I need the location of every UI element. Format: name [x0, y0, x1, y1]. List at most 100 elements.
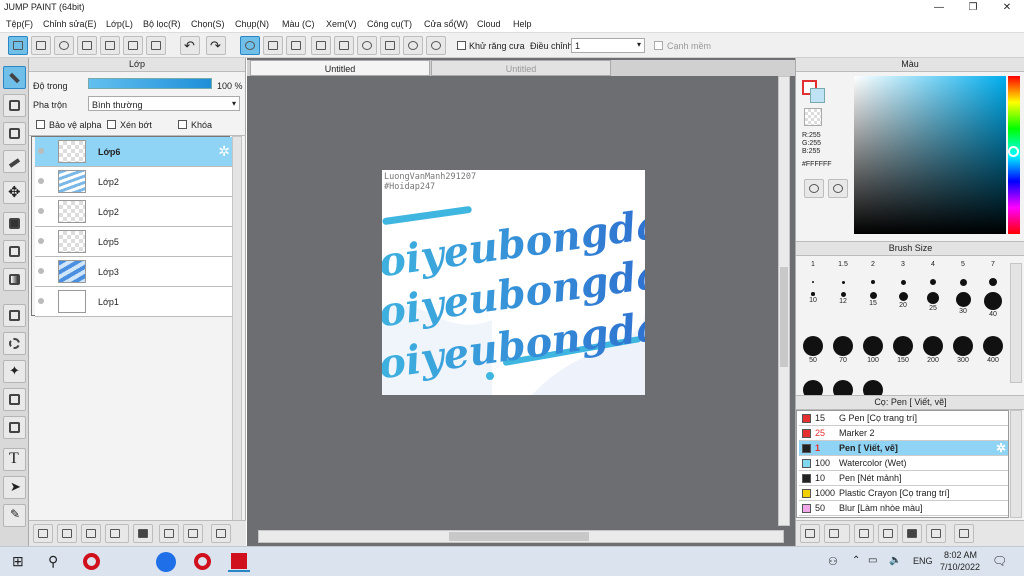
menu-capture[interactable]: Chụp(N) — [235, 19, 269, 29]
pen-scrollbar[interactable] — [1010, 410, 1022, 518]
brush-size-option[interactable]: 12 — [828, 292, 858, 305]
visibility-icon[interactable] — [38, 298, 44, 304]
toolbar-check-icon[interactable] — [8, 36, 28, 55]
transparent-swatch[interactable] — [804, 108, 822, 126]
close-button[interactable]: ✕ — [990, 0, 1024, 16]
pen-list-item[interactable]: 1 Pen [ Viết, vẽ] ✲ — [799, 441, 1008, 456]
layer-row[interactable]: Lớp2 — [35, 167, 232, 197]
eyedropper-icon[interactable]: ✎ — [3, 504, 26, 527]
eraser-tool-icon[interactable] — [3, 94, 26, 117]
add-layer-menu-icon[interactable] — [105, 524, 129, 543]
duplicate-layer-icon[interactable] — [159, 524, 179, 543]
maximize-button[interactable]: ❐ — [956, 0, 990, 16]
select-rect-icon[interactable] — [3, 304, 26, 327]
menu-help[interactable]: Help — [513, 19, 532, 29]
menu-layer[interactable]: Lớp(L) — [106, 19, 133, 29]
minimize-button[interactable]: — — [922, 0, 956, 16]
windows-start-icon[interactable]: ⊞ — [8, 552, 30, 572]
brush-size-option[interactable]: 5 — [948, 260, 978, 286]
brush-size-option[interactable]: 15 — [858, 292, 888, 307]
hue-slider[interactable] — [1008, 76, 1020, 234]
menu-cloud[interactable]: Cloud — [477, 19, 501, 29]
visibility-icon[interactable] — [38, 268, 44, 274]
trash-icon[interactable] — [211, 524, 231, 543]
visibility-icon[interactable] — [38, 208, 44, 214]
gear-icon[interactable]: ✲ — [996, 441, 1006, 456]
pen-list-item[interactable]: 50 Blur [Làm nhòe màu] — [799, 501, 1008, 516]
new-layer-8bit-icon[interactable] — [57, 524, 77, 543]
chevron-up-icon[interactable]: ⌃ — [852, 555, 860, 566]
language-indicator[interactable]: ENG — [913, 556, 933, 566]
layer-row[interactable]: Lớp2 — [35, 197, 232, 227]
brush-size-option[interactable]: 4 — [918, 260, 948, 285]
toolbar-grid-icon[interactable] — [146, 36, 166, 55]
tab-untitled[interactable]: Untitled — [431, 60, 611, 76]
tab-untitled-active[interactable]: Untitled — [250, 60, 430, 76]
network-icon[interactable]: ▭ — [868, 555, 877, 566]
adjust-select[interactable]: 1 ▾ — [571, 38, 645, 53]
brush-menu-icon[interactable] — [824, 524, 850, 543]
folder-icon[interactable] — [133, 524, 153, 543]
brush-size-option[interactable]: 200 — [918, 336, 948, 364]
pen-tool-icon[interactable] — [3, 66, 26, 89]
brush-size-option[interactable]: 40 — [978, 292, 1008, 318]
visibility-icon[interactable] — [38, 238, 44, 244]
clip-checkbox[interactable] — [107, 120, 116, 129]
snap-circle-icon[interactable] — [357, 36, 377, 55]
toolbar-balloon-icon[interactable] — [54, 36, 74, 55]
snap-perspective-icon[interactable] — [311, 36, 331, 55]
blend-select[interactable]: Bình thường ▾ — [88, 96, 240, 111]
redo-button[interactable]: ↷ — [206, 36, 226, 55]
zalo-icon[interactable] — [155, 552, 177, 572]
select-pen-icon[interactable] — [3, 388, 26, 411]
notification-icon[interactable]: 🗨 — [992, 554, 1007, 568]
brush-size-option[interactable]: 50 — [798, 336, 828, 364]
add-brush-icon[interactable] — [800, 524, 820, 543]
move-tool-icon[interactable]: ✥ — [3, 181, 26, 204]
text-tool-icon[interactable]: T — [3, 448, 26, 471]
toolbar-page-icon[interactable] — [100, 36, 120, 55]
snap-curve-icon[interactable] — [380, 36, 400, 55]
bucket-tool-icon[interactable] — [3, 240, 26, 263]
magic-wand-icon[interactable]: ✦ — [3, 360, 26, 383]
brush-size-option[interactable]: 7 — [978, 260, 1008, 286]
new-layer-1bit-icon[interactable] — [81, 524, 101, 543]
brush-scrollbar[interactable] — [1010, 263, 1022, 383]
lasso-icon[interactable] — [3, 332, 26, 355]
rect-tool-icon[interactable] — [3, 122, 26, 145]
brush-size-option[interactable]: 2 — [858, 260, 888, 284]
antialias-checkbox[interactable] — [457, 41, 466, 50]
opacity-slider[interactable] — [88, 78, 212, 89]
snap-radial-icon[interactable] — [334, 36, 354, 55]
soft-edge-checkbox[interactable] — [654, 41, 663, 50]
operation-tool-icon[interactable]: ➤ — [3, 476, 26, 499]
canvas-vscroll[interactable] — [778, 76, 790, 526]
menu-file[interactable]: Tệp(F) — [6, 19, 33, 29]
layer-row[interactable]: Lớp1 — [35, 287, 232, 317]
brush-size-option[interactable]: 10 — [798, 292, 828, 304]
layer-row[interactable]: Lớp5 — [35, 227, 232, 257]
brush-size-option[interactable]: 1.5 — [828, 260, 858, 284]
menu-color[interactable]: Màu (C) — [282, 19, 315, 29]
visibility-icon[interactable] — [38, 148, 44, 154]
palette-icon[interactable] — [804, 179, 824, 198]
brush-size-option[interactable]: 400 — [978, 336, 1008, 364]
brush-size-option[interactable]: 70 — [828, 336, 858, 364]
line-tool-icon[interactable] — [3, 150, 26, 173]
brush-size-option[interactable]: 1 — [798, 260, 828, 283]
brush-export-icon[interactable] — [878, 524, 898, 543]
volume-icon[interactable]: 🔈 — [889, 555, 901, 566]
menu-view[interactable]: Xem(V) — [326, 19, 357, 29]
menu-select[interactable]: Chọn(S) — [191, 19, 225, 29]
pen-list-item[interactable]: 10 Pen [Nét mảnh] — [799, 471, 1008, 486]
brush-size-option[interactable]: 30 — [948, 292, 978, 315]
toolbar-layout-icon[interactable] — [123, 36, 143, 55]
layer-row[interactable]: Lớp6 ✲ — [35, 137, 232, 167]
menu-window[interactable]: Cửa sổ(W) — [424, 19, 468, 29]
fill-rect-tool-icon[interactable] — [3, 212, 26, 235]
brush-size-option[interactable]: 25 — [918, 292, 948, 312]
pen-list-item[interactable]: 15 G Pen [Cọ trang trí] — [799, 411, 1008, 426]
visibility-icon[interactable] — [38, 178, 44, 184]
pen-list-item[interactable]: 100 Watercolor (Wet) — [799, 456, 1008, 471]
protect-alpha-checkbox[interactable] — [36, 120, 45, 129]
